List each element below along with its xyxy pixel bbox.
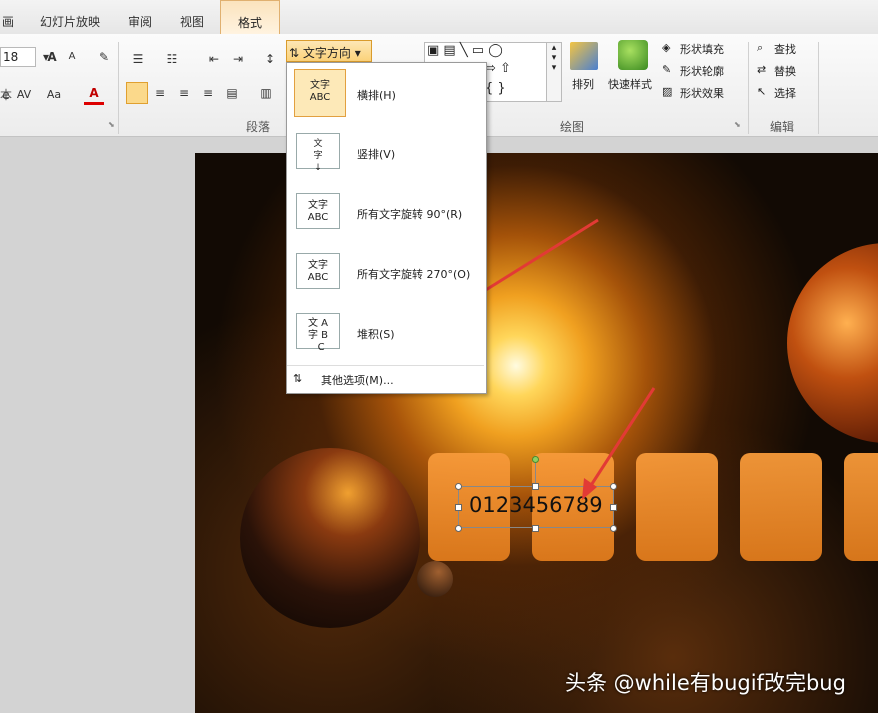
stacked-text-icon: 文 A字 B C xyxy=(296,313,340,353)
menu-item-vertical[interactable]: 文字 ↓ 竖排(V) xyxy=(287,123,484,183)
menu-item-more-options[interactable]: ⇅ 其他选项(M)... xyxy=(287,365,484,392)
menu-item-stacked[interactable]: 文 A字 B C 堆积(S) xyxy=(287,303,484,363)
menu-item-label: 所有文字旋转 270°(O) xyxy=(357,268,471,281)
rotate-270-icon: 文字 ABC xyxy=(296,253,340,289)
rotate-90-icon: 文字 ABC xyxy=(296,193,340,229)
vertical-text-icon: 文字 ↓ xyxy=(296,133,340,173)
arrow-to-textbox xyxy=(586,387,656,491)
menu-item-label: 所有文字旋转 90°(R) xyxy=(357,208,463,221)
text-direction-menu: 文字 ABC 横排(H) 文字 ↓ 竖排(V) 文字 ABC 所有文字旋转 90°(R… xyxy=(286,62,487,394)
horizontal-text-icon: 文字 ABC xyxy=(294,69,346,117)
menu-item-label: 堆积(S) xyxy=(357,328,395,341)
watermark: 头条 @while有bugif改完bug xyxy=(565,671,846,695)
text-direction-icon: ⇅ xyxy=(293,372,303,385)
menu-item-label: 其他选项(M)... xyxy=(321,374,394,387)
menu-item-rotate-90[interactable]: 文字 ABC 所有文字旋转 90°(R) xyxy=(287,183,484,243)
menu-item-label: 竖排(V) xyxy=(357,148,396,161)
menu-item-rotate-270[interactable]: 文字 ABC 所有文字旋转 270°(O) xyxy=(287,243,484,303)
menu-item-horizontal[interactable]: 文字 ABC 横排(H) xyxy=(287,63,484,123)
menu-item-label: 横排(H) xyxy=(357,89,396,102)
